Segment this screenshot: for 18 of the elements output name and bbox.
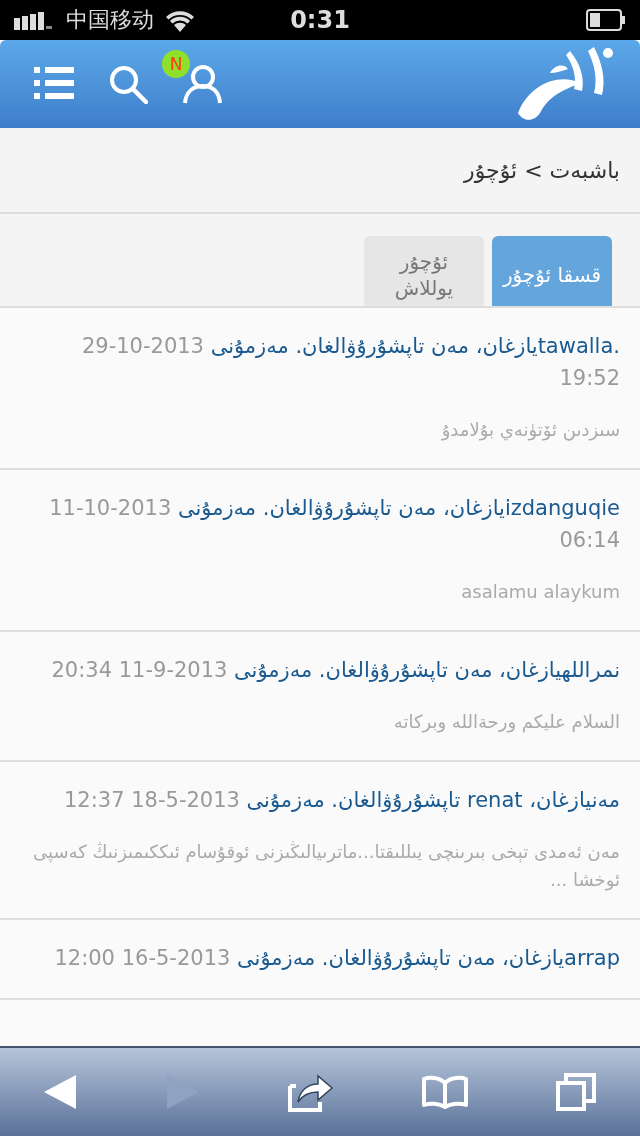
message-preview: السلام عليكم ورحةالله وبركاته [392,710,620,735]
user-icon[interactable] [182,64,222,104]
back-icon[interactable] [43,1073,78,1111]
message-preview: سىزدىن ئۆتۈنەي بۇلامدۇ [440,418,620,443]
carrier-name: 中国移动 [66,6,154,34]
book-icon[interactable] [421,1075,470,1109]
share-icon[interactable] [285,1072,334,1112]
message-preview: مەن ئەمدى تېخى بىرىنچى يىللىقتا...ماترىيالىڭىزنى ئوقۇسام ئىككىمىزنىڭ كەسپى ئوخشا ... [32,840,620,893]
tabs-icon[interactable] [556,1073,597,1111]
status-time: 0:31 [290,6,350,34]
search-icon[interactable] [108,64,148,104]
notification-badge: N [162,50,190,78]
wifi-icon [164,8,196,32]
battery-icon [586,9,626,31]
menu-icon[interactable] [34,67,74,101]
tab[interactable]: ئۇچۇر يوللاش [364,236,484,306]
breadcrumb[interactable]: باشبەت > ئۇچۇر [464,157,620,183]
message-preview: asalamu alaykum [460,580,620,604]
